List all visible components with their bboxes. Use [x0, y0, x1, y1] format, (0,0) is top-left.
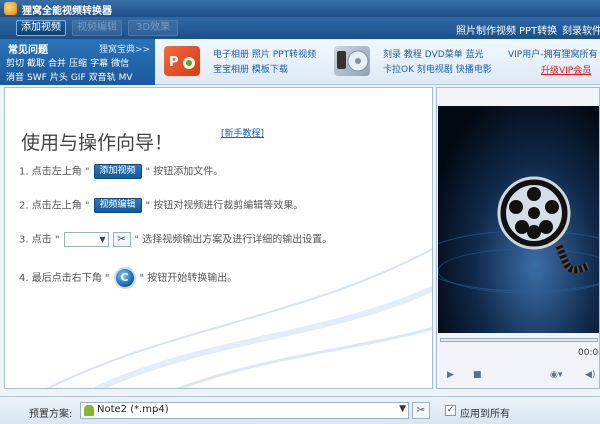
- guide-title: 使用与操作向导！: [21, 132, 174, 154]
- apply-all-checkbox[interactable]: ✓: [445, 405, 456, 416]
- karaoke-link[interactable]: 卡拉OK: [383, 65, 414, 75]
- settings-tool-icon[interactable]: ✂: [112, 232, 131, 247]
- faq-title: 常见问题: [8, 45, 48, 56]
- beginner-tutorial-link[interactable]: [新手教程]: [221, 126, 264, 139]
- step-3: 3. 点击 " ▼ ✂ " 选择视频输出方案及进行详细的输出设置。: [19, 232, 332, 248]
- add-video-button[interactable]: 添加视频: [16, 20, 66, 36]
- upgrade-vip-link[interactable]: 升级VIP会员: [541, 63, 591, 76]
- tutorial-link[interactable]: 教程: [404, 50, 422, 60]
- faq-link[interactable]: 消音: [6, 73, 24, 83]
- step-edit-video-button[interactable]: 视频编辑: [93, 198, 142, 213]
- guide-panel: 使用与操作向导！ [新手教程] 1. 点击左上角 " 添加视频 " 按钮添加文件。 …: [4, 87, 433, 389]
- disc-icon-graphic: [337, 50, 369, 72]
- step-1: 1. 点击左上角 " 添加视频 " 按钮添加文件。: [19, 164, 223, 180]
- album-link[interactable]: 电子相册: [213, 50, 249, 60]
- vip-text: VIP用户-拥有狸窝所有: [508, 50, 598, 60]
- faq-link[interactable]: 片头: [50, 73, 68, 83]
- faq-row-2: 消音 SWF 片头 GIF 双音轨 MV: [6, 70, 136, 83]
- album-links-row-1: 电子相册 照片 PPT转视频: [213, 47, 316, 60]
- bottom-bar: 预置方案: Note2 (*.mp4) ▼ ✂ ✓ 应用到所有: [0, 396, 600, 424]
- step-4-suffix: " 按钮开始转换输出。: [139, 273, 238, 284]
- start-convert-icon[interactable]: C: [113, 267, 136, 289]
- ppt-video-link[interactable]: PPT转视频: [273, 50, 316, 60]
- app-logo-icon: [4, 2, 17, 15]
- svg-text:P: P: [169, 55, 179, 70]
- step-add-video-button[interactable]: 添加视频: [93, 164, 142, 179]
- faq-link[interactable]: 压缩: [69, 59, 87, 69]
- tv-series-link[interactable]: 刻电视剧: [417, 65, 453, 75]
- stop-icon[interactable]: ■: [473, 370, 482, 380]
- photo-video-link[interactable]: 照片制作视频: [456, 22, 516, 37]
- ppt-convert-link[interactable]: PPT转换: [519, 22, 557, 37]
- video-preview: [438, 106, 599, 333]
- ppt-album-icon: P: [164, 46, 200, 76]
- faq-row-1: 剪切 截取 合并 压缩 字幕 微信: [6, 56, 132, 69]
- step-preset-dropdown[interactable]: ▼: [63, 232, 109, 247]
- edit-video-button[interactable]: 视频编辑: [72, 20, 122, 36]
- preset-label: 预置方案:: [29, 409, 73, 420]
- film-reel-logo: [438, 176, 599, 294]
- faq-link[interactable]: 双音轨: [89, 73, 116, 83]
- baby-album-link[interactable]: 宝宝相册: [213, 65, 249, 75]
- apply-all-label: 应用到所有: [460, 409, 510, 420]
- photo-link[interactable]: 照片: [252, 50, 270, 60]
- burn-disc-icon: [334, 46, 370, 76]
- 3d-effect-button[interactable]: 3D效果: [128, 20, 178, 36]
- album-links-row-2: 宝宝相册 模板下载: [213, 62, 288, 75]
- guide-link[interactable]: 狸窝宝典>>: [99, 42, 150, 55]
- step-4: 4. 最后点击右下角 " C " 按钮开始转换输出。: [19, 266, 237, 292]
- chevron-down-icon: ▼: [99, 235, 106, 244]
- ppt-album-icon-graphic: P: [169, 55, 195, 70]
- faq-link[interactable]: MV: [119, 73, 133, 83]
- step-1-suffix: " 按钮添加文件。: [145, 166, 224, 178]
- dvd-menu-link[interactable]: DVD菜单: [425, 50, 463, 60]
- burn-software-link[interactable]: 刻录软件: [562, 22, 600, 37]
- volume-icon[interactable]: ◀): [585, 370, 595, 380]
- burn-links-row-2: 卡拉OK 刻电视剧 快播电影: [383, 62, 492, 75]
- faq-link[interactable]: SWF: [27, 73, 47, 83]
- playback-time: 00:00: [578, 348, 599, 358]
- faq-link[interactable]: 合并: [48, 59, 66, 69]
- step-2-suffix: " 按钮对视频进行裁剪编辑等效果。: [145, 200, 304, 212]
- faq-link[interactable]: GIF: [71, 73, 86, 83]
- preview-panel: 00:00 ▶ ■ ◉▾ ◀): [436, 87, 600, 389]
- faq-link[interactable]: 微信: [111, 59, 129, 69]
- seek-bar[interactable]: [440, 338, 598, 342]
- step-3-suffix: " 选择视频输出方案及进行详细的输出设置。: [134, 234, 333, 246]
- faq-link[interactable]: 剪切: [6, 59, 24, 69]
- step-3-prefix: 3. 点击 ": [19, 234, 60, 246]
- promo-band: 常见问题 狸窝宝典>> 剪切 截取 合并 压缩 字幕 微信 消音 SWF 片头 GIF 双音轨 MV…: [0, 39, 600, 85]
- snapshot-camera-icon[interactable]: ◉▾: [550, 370, 562, 380]
- step-2-prefix: 2. 点击左上角 ": [19, 200, 90, 212]
- main-toolbar: 添加视频 视频编辑 3D效果 照片制作视频 PPT转换 刻录软件: [0, 17, 600, 39]
- step-4-prefix: 4. 最后点击右下角 ": [19, 273, 110, 284]
- template-download-link[interactable]: 模板下载: [252, 65, 288, 75]
- qvod-movie-link[interactable]: 快播电影: [456, 65, 492, 75]
- faq-link[interactable]: 字幕: [90, 59, 108, 69]
- window-title: 狸窝全能视频转换器: [22, 6, 112, 17]
- step-1-prefix: 1. 点击左上角 ": [19, 166, 90, 178]
- step-2: 2. 点击左上角 " 视频编辑 " 按钮对视频进行裁剪编辑等效果。: [19, 198, 303, 214]
- burn-link[interactable]: 刻录: [383, 50, 401, 60]
- preset-value: Note2 (*.mp4): [97, 404, 169, 415]
- faq-link[interactable]: 截取: [27, 59, 45, 69]
- faq-panel: 常见问题 狸窝宝典>> 剪切 截取 合并 压缩 字幕 微信 消音 SWF 片头 GIF 双音轨 MV: [0, 39, 155, 85]
- preset-dropdown[interactable]: Note2 (*.mp4) ▼: [80, 402, 409, 419]
- chevron-down-icon: ▼: [399, 404, 406, 414]
- android-icon: [84, 405, 94, 416]
- title-bar: 狸窝全能视频转换器: [0, 0, 600, 17]
- preset-settings-icon[interactable]: ✂: [412, 402, 430, 419]
- burn-links-row-1: 刻录 教程 DVD菜单 蓝光: [383, 47, 484, 60]
- play-icon[interactable]: ▶: [447, 370, 454, 380]
- bluray-link[interactable]: 蓝光: [466, 50, 484, 60]
